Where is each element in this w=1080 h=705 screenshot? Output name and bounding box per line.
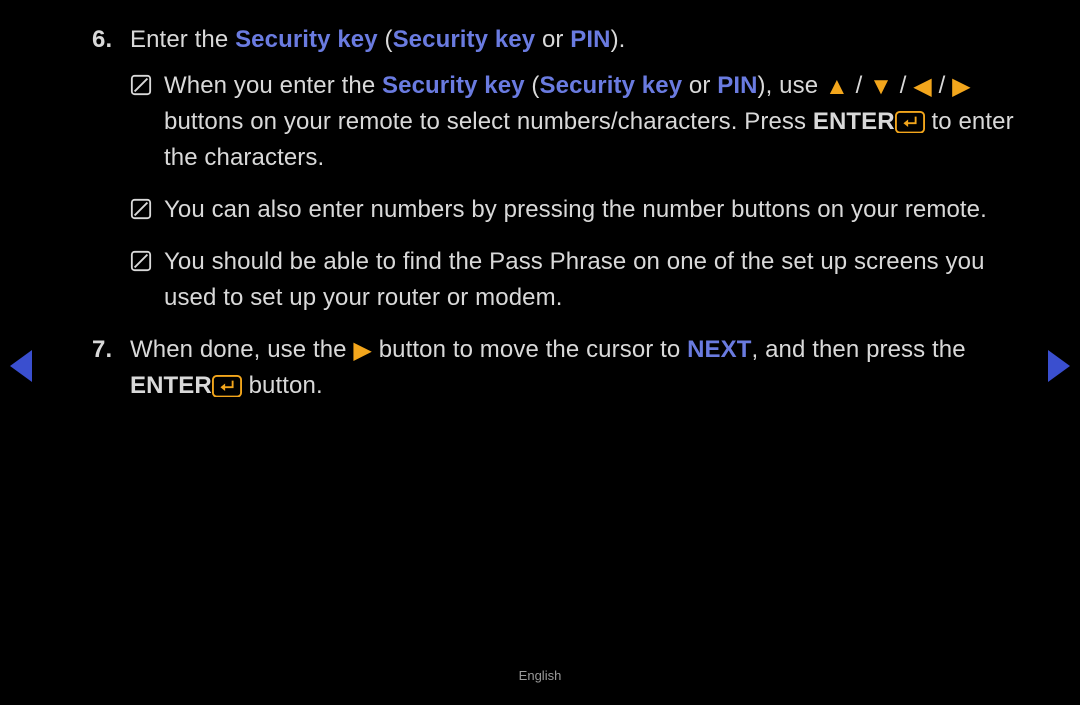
step-6: 6. Enter the Security key (Security key … [92, 22, 1018, 316]
page-next-arrow[interactable] [1048, 350, 1070, 382]
bold-enter: ENTER [130, 372, 212, 399]
enter-icon [212, 372, 242, 394]
step-number: 7. [92, 332, 130, 368]
hl-security-key: Security key [382, 72, 525, 99]
note-body: You can also enter numbers by pressing t… [164, 192, 1018, 228]
text: / [932, 72, 952, 99]
note-icon [130, 195, 164, 231]
text: ( [378, 26, 393, 53]
text: Enter the [130, 26, 235, 53]
text: or [535, 26, 570, 53]
text: button to move the cursor to [372, 336, 687, 363]
instruction-list: 6. Enter the Security key (Security key … [92, 22, 1018, 404]
right-arrow-icon: ▶ [353, 339, 372, 363]
text: buttons on your remote to select numbers… [164, 108, 813, 135]
text: ), use [758, 72, 825, 99]
text: or [682, 72, 717, 99]
manual-page: 6. Enter the Security key (Security key … [0, 0, 1080, 705]
hl-security-key: Security key [235, 26, 378, 53]
step-7: 7. When done, use the ▶ button to move t… [92, 332, 1018, 404]
hl-security-key: Security key [393, 26, 536, 53]
bold-enter: ENTER [813, 108, 895, 135]
hl-security-key: Security key [540, 72, 683, 99]
hl-pin: PIN [717, 72, 757, 99]
page-content: 6. Enter the Security key (Security key … [92, 22, 1018, 420]
note-icon [130, 71, 164, 107]
enter-icon [895, 108, 925, 130]
page-prev-arrow[interactable] [10, 350, 32, 382]
text: When you enter the [164, 72, 382, 99]
text: button. [242, 372, 323, 399]
page-language-footer: English [0, 668, 1080, 683]
note-item: When you enter the Security key (Securit… [130, 68, 1018, 176]
text: / [849, 72, 869, 99]
text: , and then press the [752, 336, 966, 363]
step-body: When done, use the ▶ button to move the … [130, 332, 1018, 404]
right-arrow-icon: ▶ [952, 75, 971, 99]
note-item: You can also enter numbers by pressing t… [130, 192, 1018, 228]
text: / [893, 72, 913, 99]
up-arrow-icon: ▲ [825, 75, 849, 99]
text: ( [525, 72, 540, 99]
step-body: Enter the Security key (Security key or … [130, 22, 1018, 58]
note-icon [130, 247, 164, 283]
left-arrow-icon: ◀ [913, 75, 932, 99]
down-arrow-icon: ▼ [869, 75, 893, 99]
hl-next: NEXT [687, 336, 751, 363]
text: ). [611, 26, 626, 53]
hl-pin: PIN [570, 26, 610, 53]
note-body: When you enter the Security key (Securit… [164, 68, 1018, 176]
step-6-notes: When you enter the Security key (Securit… [130, 68, 1018, 316]
step-number: 6. [92, 22, 130, 58]
note-body: You should be able to find the Pass Phra… [164, 244, 1018, 316]
note-item: You should be able to find the Pass Phra… [130, 244, 1018, 316]
text: When done, use the [130, 336, 353, 363]
